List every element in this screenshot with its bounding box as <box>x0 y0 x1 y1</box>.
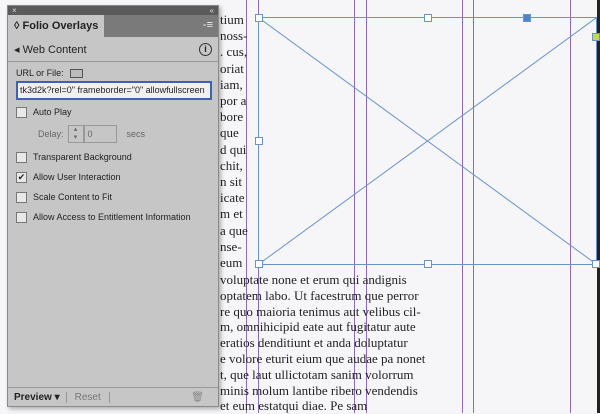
delay-label: Delay: <box>38 129 64 139</box>
trash-icon[interactable]: 🗑 <box>191 392 204 403</box>
option-checkbox[interactable] <box>16 152 27 164</box>
option-row: Transparent Background <box>16 152 132 164</box>
resize-handle[interactable] <box>255 260 263 268</box>
delay-stepper[interactable]: ▴ ▾ <box>67 125 84 143</box>
body-text-line: d qui <box>220 141 247 157</box>
resize-handle[interactable] <box>255 14 263 22</box>
body-text-line: eum <box>220 255 243 270</box>
body-text-line: tium <box>220 12 244 27</box>
body-text-line: . cus, <box>220 44 248 60</box>
close-icon[interactable]: × <box>12 6 17 15</box>
frame-edge-handle[interactable] <box>592 33 600 41</box>
body-text-line: m, omnihicipid eate aut fugitatur aute <box>220 319 416 335</box>
url-label: URL or File: <box>16 68 64 78</box>
body-text-line: icate <box>220 190 245 206</box>
body-text-line: voluptate none et erum qui andignis <box>220 272 407 287</box>
delay-unit: secs <box>126 129 146 139</box>
section-title: Web Content <box>22 43 87 56</box>
preview-label: Preview <box>14 391 52 403</box>
body-text-line: chit, <box>220 157 243 173</box>
resize-handle[interactable] <box>424 14 432 22</box>
option-label: Allow Access to Entitlement Information <box>33 212 191 222</box>
option-checkbox[interactable] <box>16 212 27 224</box>
body-text-line: a que <box>220 222 248 238</box>
body-text-line: re quo maioria tenimus aut velibus cil- <box>220 303 421 319</box>
placeholder-cross <box>259 18 596 264</box>
body-text-line: eratios denditiunt et anda doluptatur <box>220 335 408 351</box>
body-text-line: minis molum lantibe ribero vendendis <box>220 382 418 398</box>
option-label: Transparent Background <box>33 152 132 162</box>
body-text-line: optatem labo. Ut facestrum que perror <box>220 287 419 303</box>
anchor-handle[interactable] <box>523 14 531 22</box>
auto-play-checkbox[interactable] <box>16 107 27 119</box>
option-checkbox[interactable] <box>16 192 27 204</box>
body-text-line: et eum estatqui diae. Pe sam <box>220 398 368 414</box>
folio-overlays-panel: × « ◊ Folio Overlays -≡ ◂ Web Content i URL… <box>7 5 219 407</box>
url-value: tk3d2k?rel=0" frameborder="0" allowfulls… <box>20 85 205 95</box>
tab-folio-overlays[interactable]: ◊ Folio Overlays <box>8 15 105 37</box>
option-row: ✔ Allow User Interaction <box>16 172 121 184</box>
info-icon[interactable]: i <box>199 42 212 56</box>
body-text-line: noss- <box>220 28 248 44</box>
body-text-line: bore <box>220 109 244 125</box>
body-text-line: t, que laut ullictotam sanim volorrum <box>220 366 414 382</box>
body-text-line: n sit <box>220 174 243 189</box>
panel-footer: Preview ▾ Reset 🗑 <box>8 387 218 406</box>
panel-title: Folio Overlays <box>22 20 99 32</box>
option-checkbox[interactable]: ✔ <box>16 172 27 184</box>
reset-button[interactable]: Reset <box>67 391 110 403</box>
option-label: Scale Content to Fit <box>33 192 113 202</box>
resize-handle[interactable] <box>592 260 600 268</box>
url-input[interactable]: tk3d2k?rel=0" frameborder="0" allowfulls… <box>16 81 212 100</box>
back-button[interactable]: ◂ Web Content <box>14 43 87 56</box>
option-row: Allow Access to Entitlement Information <box>16 212 191 224</box>
web-content-frame[interactable] <box>255 14 600 268</box>
panel-menu-icon[interactable]: -≡ <box>198 15 218 37</box>
option-label: Allow User Interaction <box>33 172 121 182</box>
delay-input[interactable]: 0 <box>83 125 117 143</box>
collapse-icon[interactable]: « <box>210 6 214 15</box>
option-row: Scale Content to Fit <box>16 192 113 204</box>
body-text-line: iam, <box>220 76 243 92</box>
body-text-line: nse- <box>220 238 242 254</box>
body-text-line: que <box>220 125 239 141</box>
auto-play-label: Auto Play <box>33 107 72 117</box>
resize-handle[interactable] <box>255 137 263 145</box>
folder-icon[interactable] <box>70 69 84 79</box>
body-text-line: m et <box>220 206 243 222</box>
body-text-line: oriat <box>220 60 244 76</box>
body-text-line: por a <box>220 93 247 108</box>
body-text-line: e volore eturit eium que audae pa nonet <box>220 351 426 366</box>
preview-button[interactable]: Preview ▾ <box>8 391 67 403</box>
resize-handle[interactable] <box>424 260 432 268</box>
